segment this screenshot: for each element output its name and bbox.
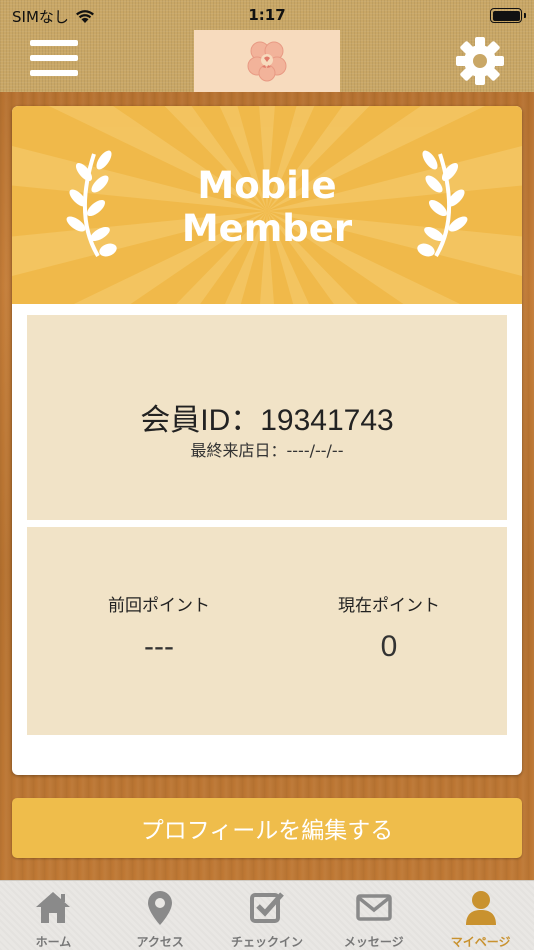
member-banner: Mobile Member bbox=[12, 106, 522, 304]
menu-button[interactable] bbox=[30, 40, 78, 80]
tab-access-label: アクセス bbox=[136, 935, 184, 949]
tab-checkin[interactable]: チェックイン bbox=[214, 881, 321, 950]
person-icon bbox=[465, 891, 496, 925]
tab-message-label: メッセージ bbox=[343, 935, 404, 949]
banner-title-line2: Member bbox=[181, 207, 353, 250]
last-visit-date: 最終来店日：----/--/-- bbox=[190, 441, 344, 460]
banner-title: Mobile Member bbox=[12, 164, 522, 250]
hamburger-icon-line bbox=[30, 55, 78, 61]
member-card: Mobile Member 会員ID：19341743 最終来店日：----/-… bbox=[12, 106, 522, 775]
checkbox-icon bbox=[249, 892, 284, 923]
current-points-label: 現在ポイント bbox=[338, 596, 440, 616]
clock: 1:17 bbox=[248, 6, 286, 24]
tab-access[interactable]: アクセス bbox=[107, 881, 214, 950]
tab-mypage-label: マイページ bbox=[450, 935, 511, 949]
member-id-panel: 会員ID：19341743 最終来店日：----/--/-- bbox=[27, 315, 507, 520]
envelope-icon bbox=[356, 894, 392, 921]
banner-title-line1: Mobile bbox=[197, 164, 337, 207]
points-panel: 前回ポイント --- 現在ポイント 0 bbox=[27, 527, 507, 735]
previous-points: 前回ポイント --- bbox=[59, 591, 259, 664]
gear-icon bbox=[456, 37, 504, 85]
tab-home[interactable]: ホーム bbox=[0, 881, 107, 950]
hamburger-icon-line bbox=[30, 70, 78, 76]
clover-flower-icon bbox=[247, 41, 287, 82]
map-pin-icon bbox=[148, 891, 173, 925]
status-bar: SIMなし 1:17 bbox=[0, 0, 534, 30]
tab-bar: ホーム アクセス チェックイン メッセージ マイページ bbox=[0, 880, 534, 950]
current-points-value: 0 bbox=[380, 630, 398, 663]
tab-mypage[interactable]: マイページ bbox=[427, 881, 534, 950]
hamburger-icon-line bbox=[30, 40, 78, 46]
member-id: 会員ID：19341743 bbox=[140, 404, 394, 437]
previous-points-value: --- bbox=[144, 630, 174, 663]
current-points: 現在ポイント 0 bbox=[289, 591, 489, 664]
settings-button[interactable] bbox=[455, 36, 505, 86]
previous-points-label: 前回ポイント bbox=[108, 596, 210, 616]
tab-message[interactable]: メッセージ bbox=[320, 881, 427, 950]
shop-logo bbox=[194, 30, 340, 92]
home-icon bbox=[36, 892, 71, 923]
tab-home-label: ホーム bbox=[35, 935, 72, 949]
edit-profile-button[interactable]: プロフィールを編集する bbox=[12, 798, 522, 858]
tab-checkin-label: チェックイン bbox=[230, 935, 303, 949]
battery-icon bbox=[490, 8, 526, 23]
